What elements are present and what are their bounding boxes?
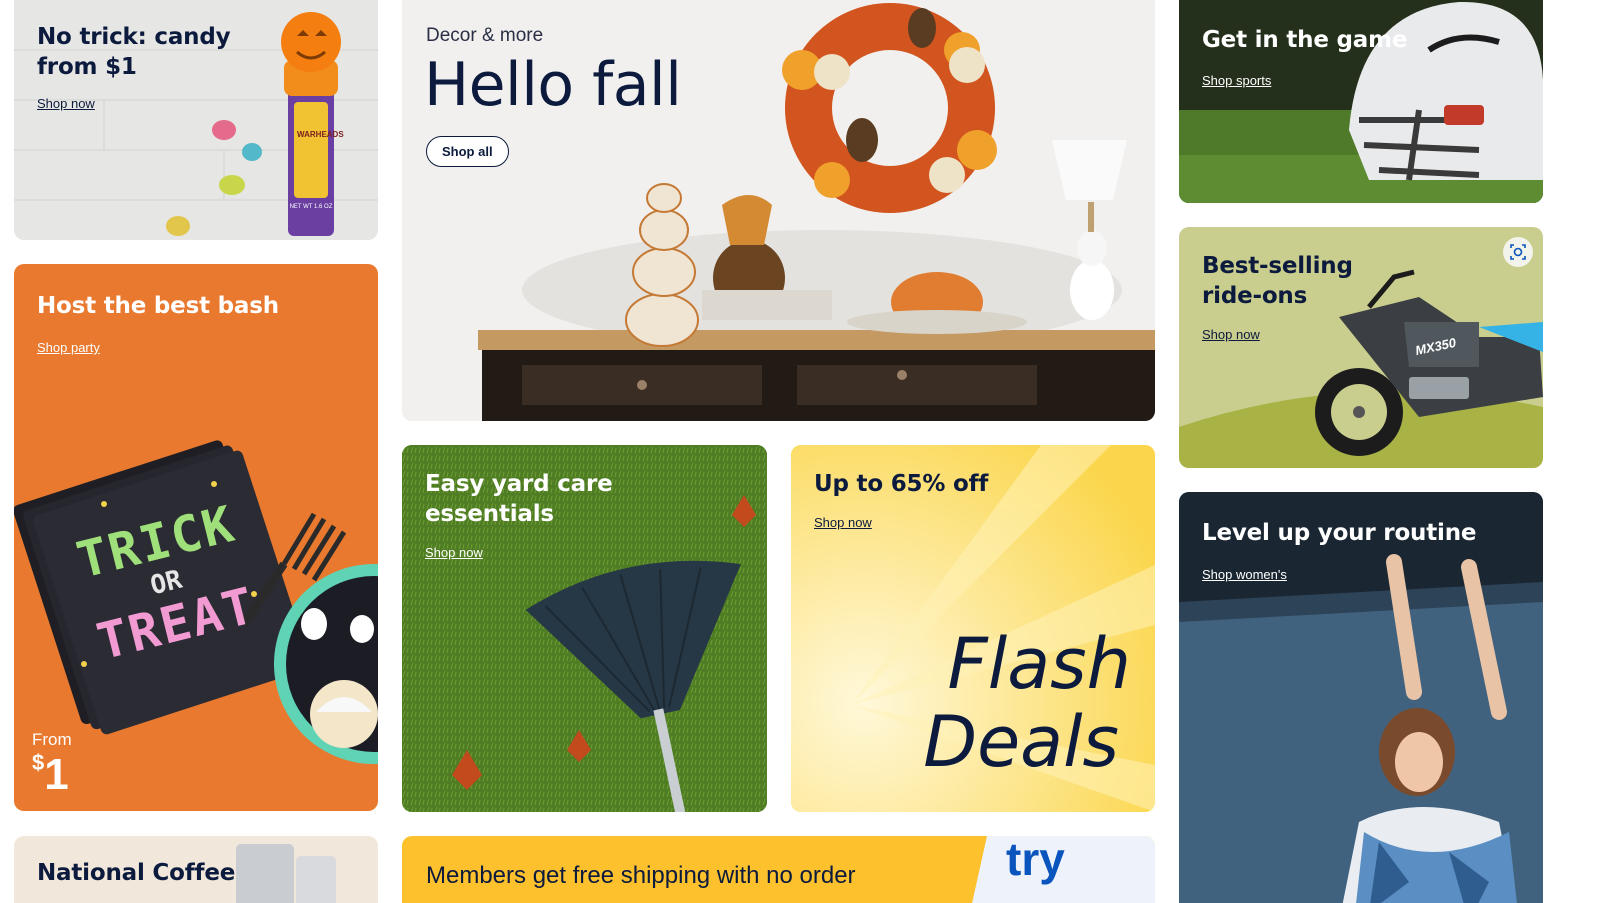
- yard-card[interactable]: Easy yard care essentials Shop now: [402, 445, 767, 812]
- yard-title: Easy yard care essentials: [425, 471, 613, 527]
- sports-card[interactable]: Get in the game Shop sports: [1179, 0, 1543, 203]
- party-shop-link[interactable]: Shop party: [37, 340, 100, 355]
- flash-title: Up to 65% off: [814, 471, 989, 497]
- candy-title: No trick: candy from $1: [37, 24, 231, 80]
- members-text: Members get free shipping with no order: [426, 862, 856, 889]
- flash-deals-heading: Flash Deals: [923, 623, 1131, 783]
- womens-shop-link[interactable]: Shop women's: [1202, 567, 1287, 582]
- flash-shop-now-link[interactable]: Shop now: [814, 515, 872, 530]
- fall-hero-card[interactable]: Decor & more Hello fall Shop all: [402, 0, 1155, 421]
- party-title: Host the best bash: [37, 293, 279, 319]
- candy-jar-brand: WARHEADS: [297, 130, 344, 139]
- yard-shop-now-link[interactable]: Shop now: [425, 545, 483, 560]
- coffee-title: National Coffee: [37, 860, 236, 886]
- rideons-card[interactable]: Best-selling ride-ons Shop now MX350: [1179, 227, 1543, 468]
- party-from-label: From: [32, 730, 72, 749]
- party-card[interactable]: Host the best bash Shop party TRICK OR T…: [14, 264, 378, 811]
- sports-shop-link[interactable]: Shop sports: [1202, 73, 1271, 88]
- fall-shop-all-button[interactable]: Shop all: [426, 136, 509, 167]
- candy-card[interactable]: No trick: candy from $1 WARHEADS NET WT …: [14, 0, 378, 240]
- womens-title: Level up your routine: [1202, 520, 1477, 546]
- visual-search-button[interactable]: [1503, 237, 1533, 267]
- rideons-shop-now-link[interactable]: Shop now: [1202, 327, 1260, 342]
- coffee-card[interactable]: National Coffee: [14, 836, 378, 903]
- fall-eyebrow: Decor & more: [426, 25, 544, 46]
- rideons-title: Best-selling ride-ons: [1202, 253, 1353, 309]
- members-banner[interactable]: Members get free shipping with no order …: [402, 836, 1155, 903]
- flash-deals-card[interactable]: Up to 65% off Shop now Flash Deals: [791, 445, 1155, 812]
- visual-search-icon: [1510, 244, 1526, 260]
- stretching-woman-image: [1179, 492, 1543, 903]
- fall-title: Hello fall: [424, 50, 682, 120]
- homepage-grid: No trick: candy from $1 WARHEADS NET WT …: [0, 0, 1608, 903]
- candy-shop-now-link[interactable]: Shop now: [37, 96, 95, 111]
- womens-card[interactable]: Level up your routine Shop women's: [1179, 492, 1543, 903]
- members-logo-text: try: [1006, 836, 1065, 885]
- party-price: $1: [32, 750, 69, 799]
- candy-jar-weight: NET WT 1.6 OZ: [289, 204, 333, 210]
- sports-title: Get in the game: [1202, 27, 1408, 53]
